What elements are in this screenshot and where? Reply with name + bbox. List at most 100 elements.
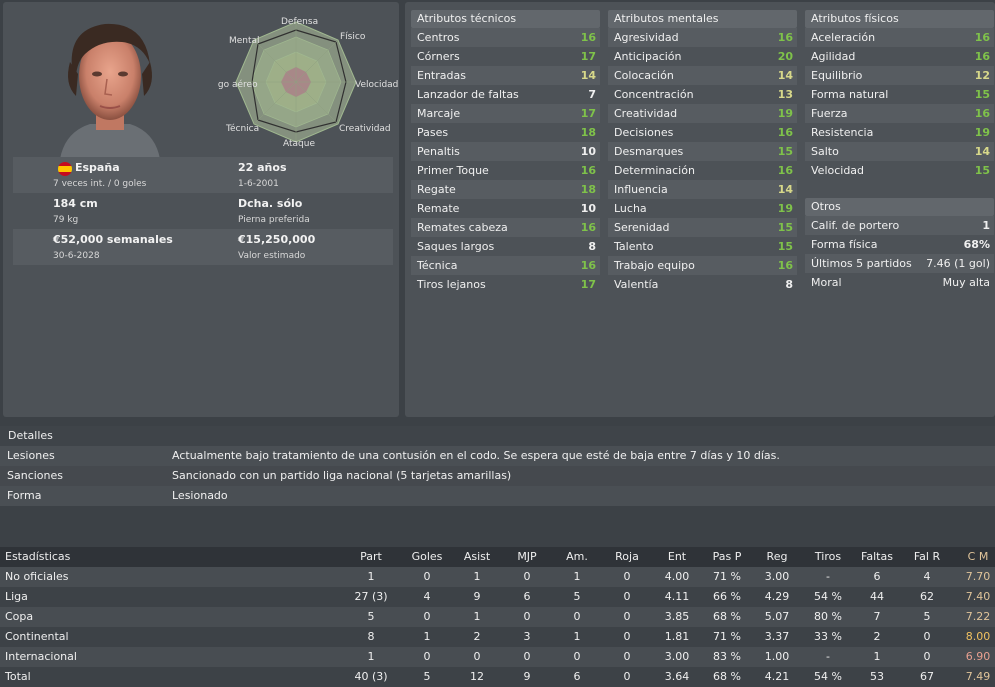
attribute-value: 15 (974, 88, 990, 101)
attribute-value: 14 (580, 69, 596, 82)
stat-header-c-m[interactable]: C M (953, 547, 995, 567)
attribute-remate[interactable]: Remate 10 (411, 199, 600, 218)
stat-header-pas-p[interactable]: Pas P (702, 547, 752, 567)
stat-row-continental[interactable]: Continental 8 1 2 3 1 0 1.81 71 % 3.37 33 % 2 0 8.00 (0, 627, 995, 647)
attribute-decisiones[interactable]: Decisiones 16 (608, 123, 797, 142)
stat-part: 40 (3) (354, 670, 388, 683)
stat-row-total[interactable]: Total 40 (3) 5 12 9 6 0 3.64 68 % 4.21 54 % 53 67 7.4… (0, 667, 995, 687)
market-value-label: Valor estimado (238, 251, 306, 261)
stat-row-no-oficiales[interactable]: No oficiales 1 0 1 0 1 0 4.00 71 % 3.00 - 6 4 7.70 (0, 567, 995, 587)
contract-end: 30-6-2028 (53, 251, 100, 261)
attribute-desmarques[interactable]: Desmarques 15 (608, 142, 797, 161)
attribute-centros[interactable]: Centros 16 (411, 28, 600, 47)
mental-attributes-title: Atributos mentales (608, 10, 797, 28)
attribute-forma-natural[interactable]: Forma natural 15 (805, 85, 994, 104)
stat-header-asist[interactable]: Asist (452, 547, 502, 567)
attribute-value: 20 (777, 50, 793, 63)
attribute-fuerza[interactable]: Fuerza 16 (805, 104, 994, 123)
stat-am: 0 (573, 610, 581, 623)
stat-competition: No oficiales (5, 570, 69, 583)
attribute-value: 14 (777, 183, 793, 196)
attribute-talento[interactable]: Talento 15 (608, 237, 797, 256)
stat-row-liga[interactable]: Liga 27 (3) 4 9 6 5 0 4.11 66 % 4.29 54 % 44 62 7.40 (0, 587, 995, 607)
attribute-value: 16 (580, 164, 596, 177)
attribute-creatividad[interactable]: Creatividad 19 (608, 104, 797, 123)
stat-header-faltas[interactable]: Faltas (852, 547, 902, 567)
stat-ent: 3.64 (664, 670, 690, 683)
attribute-value: 15 (777, 240, 793, 253)
other-value: 1 (982, 219, 990, 232)
stat-pas-p: 83 % (713, 650, 741, 663)
attribute-primer-toque[interactable]: Primer Toque 16 (411, 161, 600, 180)
stat-ent: 3.85 (664, 610, 690, 623)
stat-header-tiros[interactable]: Tiros (803, 547, 853, 567)
stat-c-m: 7.49 (965, 670, 991, 683)
attribute-marcaje[interactable]: Marcaje 17 (411, 104, 600, 123)
attribute-label: Creatividad (614, 107, 678, 120)
stat-asist: 1 (473, 570, 481, 583)
info-row-nationality: España 7 veces int. / 0 goles 22 años 1-… (13, 157, 393, 193)
weight: 79 kg (53, 215, 79, 225)
attribute-entradas[interactable]: Entradas 14 (411, 66, 600, 85)
attribute-salto[interactable]: Salto 14 (805, 142, 994, 161)
attribute-tiros-lejanos[interactable]: Tiros lejanos 17 (411, 275, 600, 294)
stat-header-fal-r[interactable]: Fal R (902, 547, 952, 567)
details-title: Detalles (0, 426, 995, 446)
radar-label-juego-aereo: Juego aéreo (218, 79, 258, 90)
attribute-label: Aceleración (811, 31, 876, 44)
attribute-corners[interactable]: Córners 17 (411, 47, 600, 66)
attribute-label: Lanzador de faltas (417, 88, 519, 101)
attribute-trabajo-equipo[interactable]: Trabajo equipo 16 (608, 256, 797, 275)
attribute-tecnica[interactable]: Técnica 16 (411, 256, 600, 275)
details-label: Lesiones (7, 449, 55, 462)
stat-header-am[interactable]: Am. (552, 547, 602, 567)
attribute-colocacion[interactable]: Colocación 14 (608, 66, 797, 85)
attribute-agresividad[interactable]: Agresividad 16 (608, 28, 797, 47)
attribute-anticipacion[interactable]: Anticipación 20 (608, 47, 797, 66)
stat-header-mjp[interactable]: MJP (502, 547, 552, 567)
attribute-aceleracion[interactable]: Aceleración 16 (805, 28, 994, 47)
details-label: Sanciones (7, 469, 63, 482)
attribute-regate[interactable]: Regate 18 (411, 180, 600, 199)
stat-reg: 5.07 (764, 610, 790, 623)
attribute-valentia[interactable]: Valentía 8 (608, 275, 797, 294)
attribute-penaltis[interactable]: Penaltis 10 (411, 142, 600, 161)
stat-row-copa[interactable]: Copa 5 0 1 0 0 0 3.85 68 % 5.07 80 % 7 5 7.22 (0, 607, 995, 627)
stat-header-part[interactable]: Part (346, 547, 396, 567)
stat-row-internacional[interactable]: Internacional 1 0 0 0 0 0 3.00 83 % 1.00 - 1 0 6.90 (0, 647, 995, 667)
attribute-label: Penaltis (417, 145, 460, 158)
attribute-lucha[interactable]: Lucha 19 (608, 199, 797, 218)
attribute-remates-cabeza[interactable]: Remates cabeza 16 (411, 218, 600, 237)
attribute-agilidad[interactable]: Agilidad 16 (805, 47, 994, 66)
other-info-title: Otros (805, 198, 994, 216)
stat-header-goles[interactable]: Goles (402, 547, 452, 567)
attribute-equilibrio[interactable]: Equilibrio 12 (805, 66, 994, 85)
attribute-influencia[interactable]: Influencia 14 (608, 180, 797, 199)
attribute-velocidad[interactable]: Velocidad 15 (805, 161, 994, 180)
attribute-saques-largos[interactable]: Saques largos 8 (411, 237, 600, 256)
mental-attributes: Atributos mentales Agresividad 16 Anticipa… (608, 10, 797, 294)
stat-mjp: 0 (523, 650, 531, 663)
stat-ent: 4.00 (664, 570, 690, 583)
attribute-resistencia[interactable]: Resistencia 19 (805, 123, 994, 142)
attribute-label: Desmarques (614, 145, 684, 158)
attribute-value: 16 (580, 259, 596, 272)
attribute-pases[interactable]: Pases 18 (411, 123, 600, 142)
stat-header-reg[interactable]: Reg (752, 547, 802, 567)
stat-header-roja[interactable]: Roja (602, 547, 652, 567)
attribute-lanzador-de-faltas[interactable]: Lanzador de faltas 7 (411, 85, 600, 104)
attribute-serenidad[interactable]: Serenidad 15 (608, 218, 797, 237)
stat-am: 6 (573, 670, 581, 683)
attribute-concentracion[interactable]: Concentración 13 (608, 85, 797, 104)
attribute-determinacion[interactable]: Determinación 16 (608, 161, 797, 180)
stat-competition: Total (5, 670, 31, 683)
stat-goles: 0 (423, 650, 431, 663)
attribute-value: 18 (580, 183, 596, 196)
stat-roja: 0 (623, 670, 631, 683)
stat-am: 0 (573, 650, 581, 663)
stat-header-ent[interactable]: Ent (652, 547, 702, 567)
attribute-label: Velocidad (811, 164, 865, 177)
stat-asist: 2 (473, 630, 481, 643)
stat-header-estadisticas[interactable]: Estadísticas (5, 547, 70, 567)
stat-ent: 1.81 (664, 630, 690, 643)
